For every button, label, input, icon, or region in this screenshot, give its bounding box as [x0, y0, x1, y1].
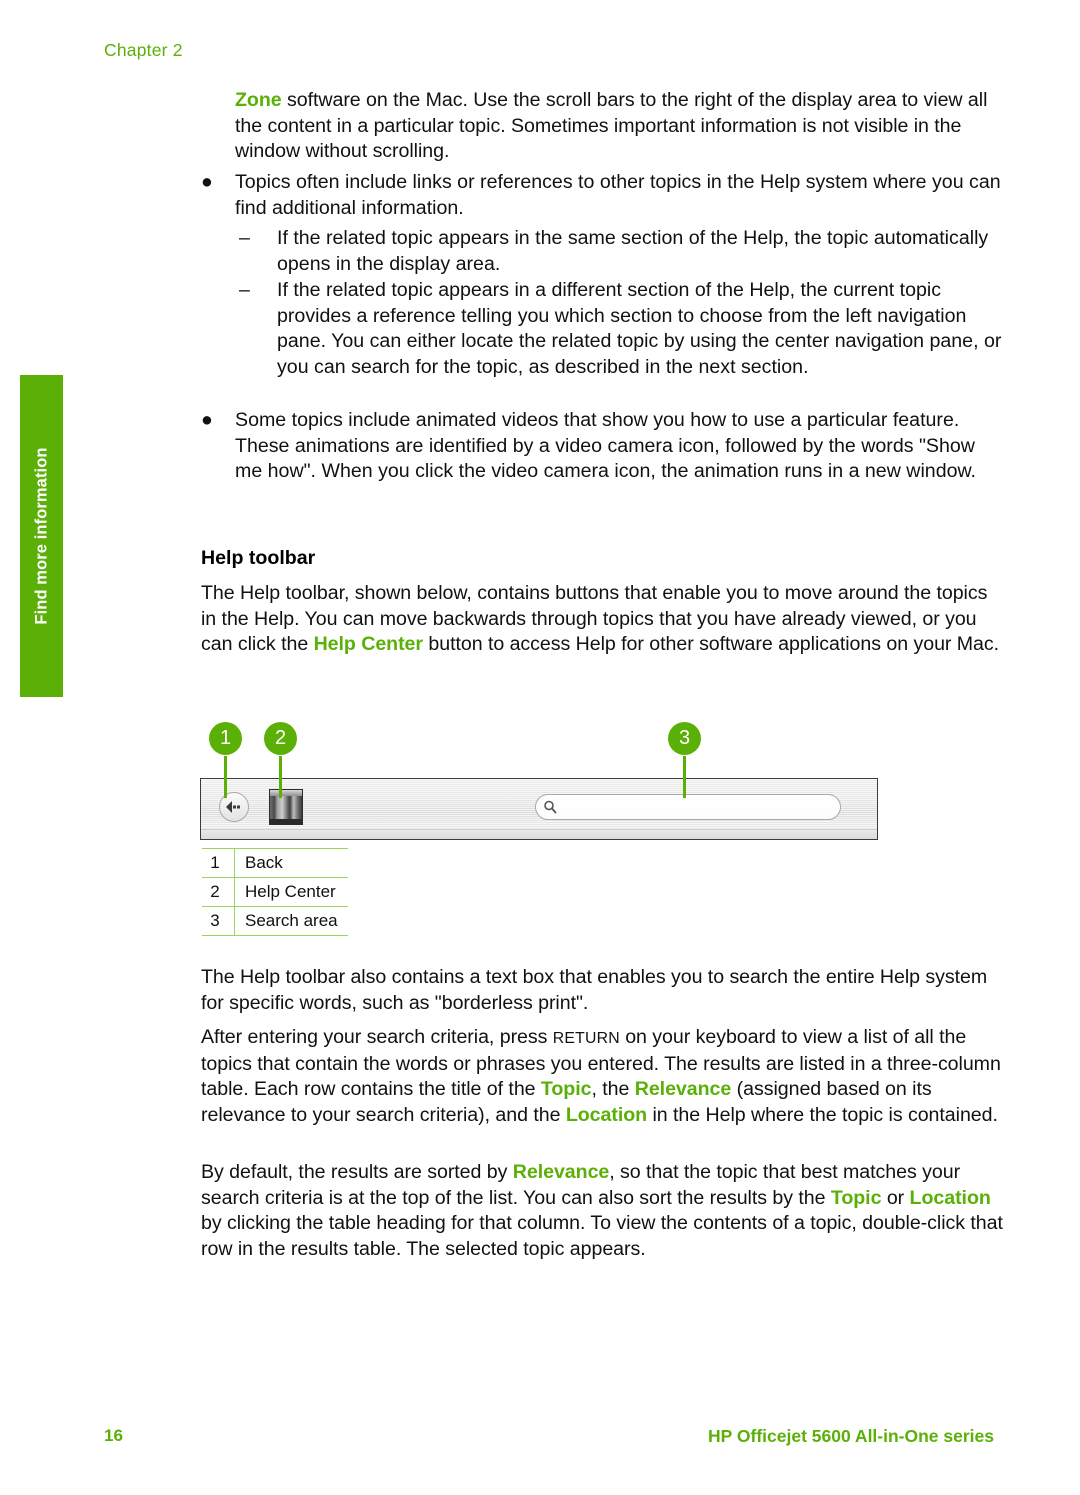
callout-leader-line-2	[279, 756, 282, 798]
section-side-tab: Find more information	[20, 375, 63, 697]
figure-legend-table: 1 Back 2 Help Center 3 Search area	[202, 848, 348, 936]
search-magnifier-icon	[544, 800, 557, 814]
return-key-label: RETURN	[552, 1030, 620, 1047]
search-paragraph-part3: , the	[591, 1078, 635, 1101]
bullet-marker: ●	[201, 171, 213, 193]
table-row: 3 Search area	[202, 906, 348, 936]
toolbar-bottom-bar	[201, 829, 877, 839]
legend-number: 3	[202, 906, 235, 936]
search-paragraph-part1: After entering your search criteria, pre…	[201, 1026, 553, 1048]
help-center-shelf-base	[270, 819, 302, 824]
list-item: ● Topics often include links or referenc…	[201, 170, 1007, 221]
callout-badge-2: 2	[264, 722, 297, 755]
section-side-tab-label: Find more information	[32, 447, 50, 625]
table-row: 1 Back	[202, 848, 348, 878]
topic-keyword: Topic	[830, 1186, 882, 1209]
list-item-text: Topics often include links or references…	[235, 171, 1001, 219]
sub-list-item: – If the related topic appears in a diff…	[239, 278, 1007, 380]
legend-number: 2	[202, 877, 235, 907]
chapter-header: Chapter 2	[104, 40, 183, 60]
callout-badge-3: 3	[668, 722, 701, 755]
callout-badge-1: 1	[209, 722, 242, 755]
section-heading-help-toolbar: Help toolbar	[201, 547, 316, 569]
sort-paragraph-part3: or	[881, 1186, 910, 1209]
text-box-paragraph: The Help toolbar also contains a text bo…	[201, 966, 988, 1014]
back-arrow-icon	[226, 801, 240, 813]
list-item: ● Some topics include animated videos th…	[201, 408, 1007, 485]
topic-keyword: Topic	[540, 1078, 592, 1101]
document-page: Chapter 2 Find more information Zone sof…	[0, 0, 1080, 1495]
help-center-keyword: Help Center	[313, 633, 423, 656]
search-input[interactable]	[535, 794, 841, 820]
callout-leader-line-1	[224, 756, 227, 798]
help-toolbar-figure: 1 2 3	[200, 718, 880, 843]
help-center-books-icon	[270, 790, 302, 796]
legend-number: 1	[202, 848, 235, 878]
help-center-button[interactable]	[269, 789, 303, 825]
sub-list-item-text: If the related topic appears in the same…	[277, 227, 989, 275]
list-item-text: Some topics include animated videos that…	[235, 409, 977, 483]
sort-paragraph-part1: By default, the results are sorted by	[201, 1161, 513, 1183]
sub-list-item: – If the related topic appears in the sa…	[239, 226, 1007, 277]
relevance-keyword: Relevance	[634, 1078, 732, 1101]
footer-page-number: 16	[104, 1426, 123, 1445]
dash-marker: –	[239, 279, 250, 301]
help-toolbar-paragraph-part2: button to access Help for other software…	[422, 633, 1000, 656]
legend-label: Search area	[234, 906, 348, 936]
zone-keyword: Zone	[235, 89, 282, 111]
sort-paragraph-part4: by clicking the table heading for that c…	[201, 1212, 1003, 1260]
table-row: 2 Help Center	[202, 877, 348, 907]
footer-product-name: HP Officejet 5600 All-in-One series	[708, 1426, 994, 1446]
dash-marker: –	[239, 227, 250, 249]
intro-paragraph: Zone software on the Mac. Use the scroll…	[235, 88, 1007, 165]
location-keyword: Location	[909, 1186, 991, 1209]
search-paragraph-part5: in the Help where the topic is contained…	[647, 1103, 998, 1126]
intro-paragraph-text: software on the Mac. Use the scroll bars…	[235, 89, 988, 163]
search-results-paragraph: After entering your search criteria, pre…	[201, 1025, 1007, 1128]
callout-leader-line-3	[683, 756, 686, 798]
legend-label: Back	[234, 848, 348, 878]
legend-label: Help Center	[234, 877, 348, 907]
bullet-marker: ●	[201, 409, 213, 431]
sub-list-item-text: If the related topic appears in a differ…	[277, 279, 1002, 378]
relevance-keyword: Relevance	[512, 1161, 610, 1183]
help-toolbar-paragraph: The Help toolbar, shown below, contains …	[201, 581, 1007, 658]
location-keyword: Location	[565, 1103, 648, 1126]
sorting-paragraph: By default, the results are sorted by Re…	[201, 1160, 1007, 1262]
mac-help-toolbar	[200, 778, 878, 840]
